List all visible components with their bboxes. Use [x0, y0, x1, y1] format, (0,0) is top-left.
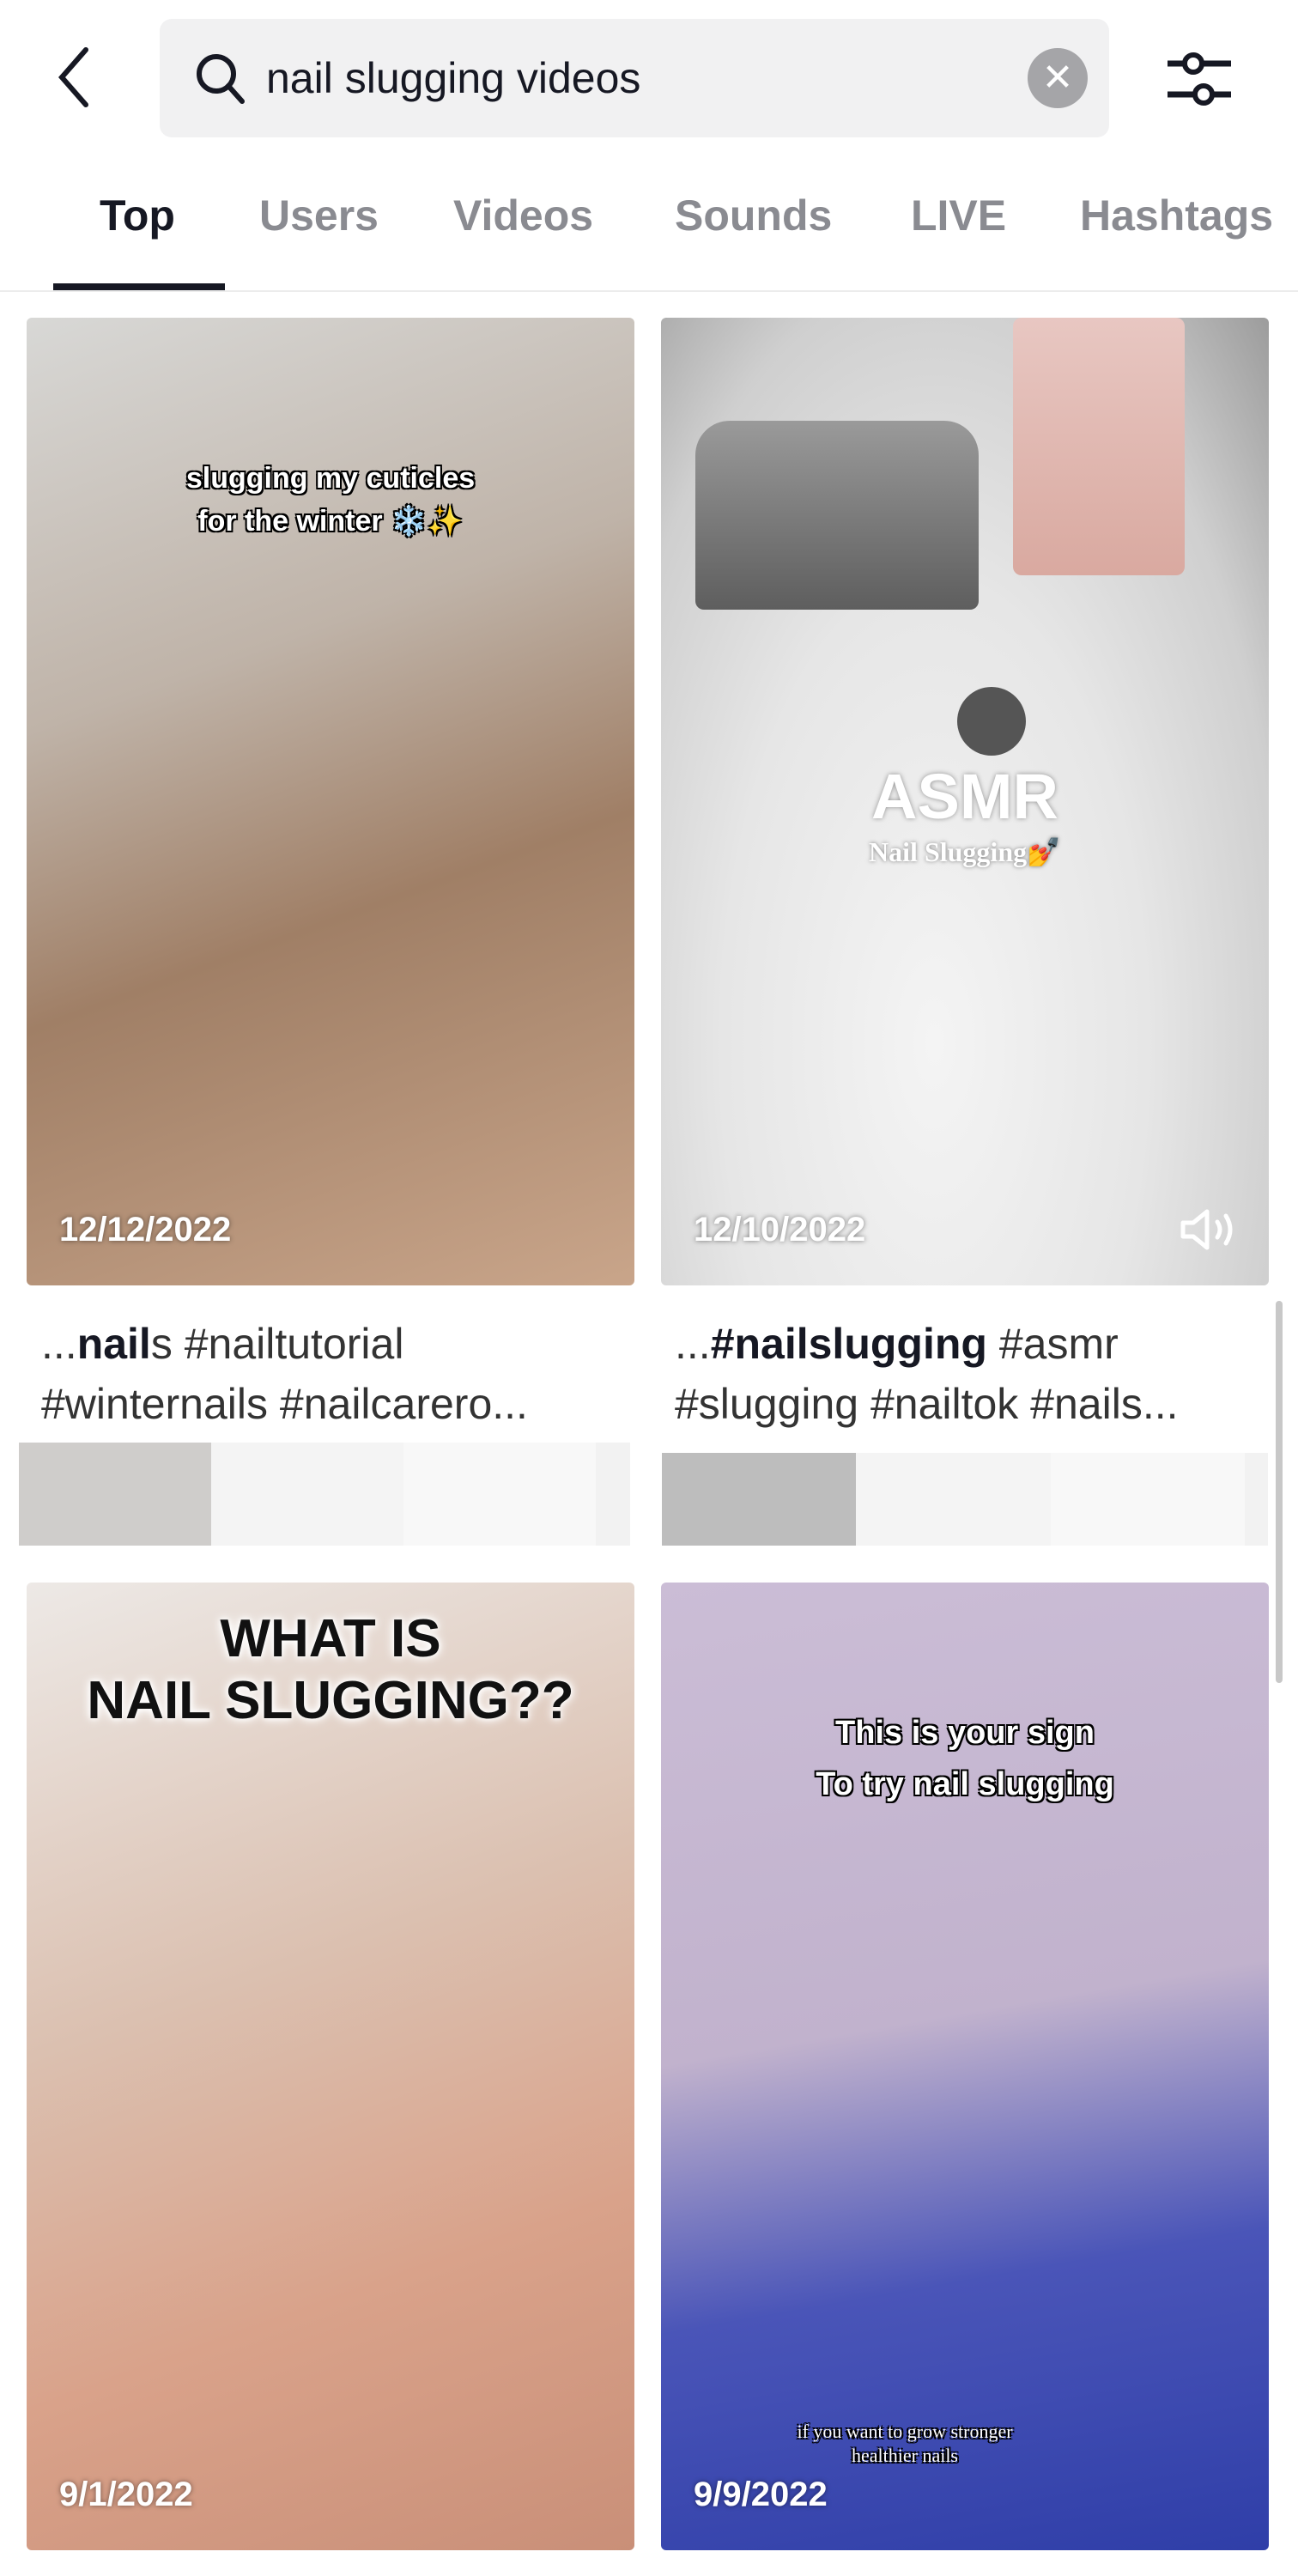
caption-text: s #nailtutorial	[150, 1320, 404, 1368]
video-date: 9/1/2022	[59, 2476, 193, 2513]
video-caption-line2: #slugging #nailtok #nails...	[675, 1380, 1179, 1428]
video-overlay-text: WHAT IS NAIL SLUGGING??	[87, 1609, 574, 1730]
tab-top[interactable]: Top	[100, 191, 175, 240]
scrollbar[interactable]	[1276, 1301, 1283, 1683]
loading-placeholder	[662, 1453, 1268, 1546]
divider	[0, 290, 1298, 292]
drain	[957, 687, 1026, 756]
search-icon	[197, 54, 245, 104]
sliders-icon[interactable]	[1161, 45, 1238, 113]
video-date: 9/9/2022	[694, 2476, 828, 2513]
search-bar[interactable]: nail slugging videos ✕	[160, 19, 1109, 137]
video-caption[interactable]: ...#nailslugging #asmr	[675, 1314, 1119, 1374]
back-chevron-icon[interactable]	[52, 43, 103, 112]
soap-bottle	[1013, 318, 1185, 575]
tab-hashtags[interactable]: Hashtags	[1080, 191, 1273, 240]
search-input[interactable]: nail slugging videos	[266, 50, 640, 106]
video-date: 12/12/2022	[59, 1211, 232, 1249]
video-card[interactable]: ASMR Nail Slugging💅 12/10/2022	[661, 318, 1269, 1285]
caption-highlight: #nailslugging	[710, 1320, 987, 1368]
tab-live[interactable]: LIVE	[911, 191, 1006, 240]
tab-videos[interactable]: Videos	[453, 191, 593, 240]
video-overlay-text: Nail Slugging💅	[869, 836, 1061, 867]
caption-highlight: nail	[76, 1320, 151, 1368]
video-card[interactable]: This is your sign To try nail slugging i…	[661, 1583, 1269, 2550]
video-overlay-text: This is your sign To try nail slugging	[816, 1715, 1114, 1802]
video-caption-line2: #winternails #nailcarero...	[41, 1380, 528, 1428]
video-overlay-text: slugging my cuticles for the winter ❄️✨	[185, 462, 476, 538]
video-date: 12/10/2022	[694, 1211, 866, 1249]
loading-placeholder	[19, 1443, 631, 1546]
caption-text: #asmr	[986, 1320, 1119, 1368]
faucet	[695, 421, 979, 610]
tab-users[interactable]: Users	[259, 191, 379, 240]
tab-sounds[interactable]: Sounds	[675, 191, 832, 240]
clear-x-icon[interactable]: ✕	[1028, 48, 1088, 108]
caption-prefix: ...	[675, 1320, 711, 1368]
video-card[interactable]: slugging my cuticles for the winter ❄️✨ …	[27, 318, 634, 1285]
speaker-icon[interactable]	[1180, 1208, 1240, 1251]
video-overlay-subtext: if you want to grow stronger healthier n…	[797, 2421, 1013, 2466]
video-overlay-title: ASMR	[871, 761, 1058, 832]
active-tab-indicator	[53, 283, 225, 290]
video-card[interactable]: WHAT IS NAIL SLUGGING?? 9/1/2022	[27, 1583, 634, 2550]
caption-prefix: ...	[41, 1320, 77, 1368]
video-caption[interactable]: ...nails #nailtutorial	[41, 1314, 403, 1374]
